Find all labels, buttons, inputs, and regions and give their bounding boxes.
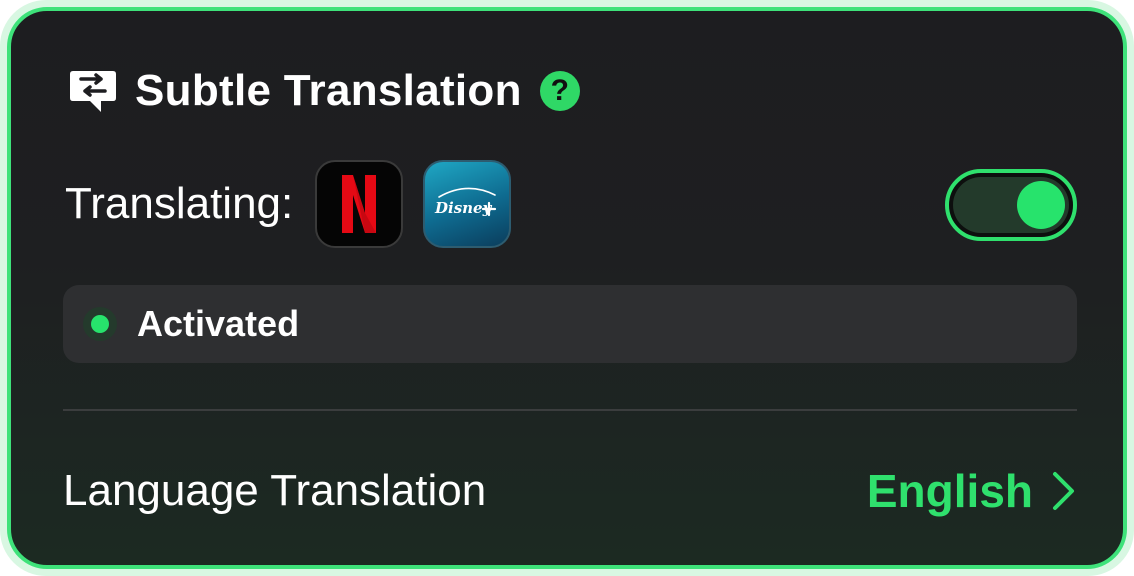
status-indicator [83, 307, 117, 341]
translate-chat-icon [70, 71, 116, 112]
status-text: Activated [137, 303, 300, 344]
disney-plus-logo-mark: Disney [434, 187, 497, 217]
netflix-icon[interactable] [315, 160, 404, 248]
chevron-right-icon[interactable] [1051, 470, 1077, 512]
translating-row: Translating: Disney [65, 159, 531, 249]
language-label: Language Translation [63, 466, 487, 515]
language-value[interactable]: English [867, 464, 1033, 518]
status-bar: Activated [63, 285, 1077, 363]
question-mark-icon[interactable]: ? [539, 71, 580, 111]
language-value-wrap[interactable]: English [867, 464, 1077, 518]
language-translation-row[interactable]: Language Translation English [63, 451, 1077, 531]
page-title: Subtle Translation [135, 66, 522, 115]
toggle-track [953, 177, 1069, 233]
translation-toggle[interactable] [945, 169, 1077, 241]
card-header: Subtle Translation ? [67, 61, 580, 121]
divider [63, 409, 1077, 411]
netflix-logo-mark [342, 175, 377, 233]
translating-label: Translating: [65, 179, 294, 228]
disney-plus-icon[interactable]: Disney [423, 160, 512, 248]
help-glyph: ? [550, 74, 569, 107]
status-dot-icon [91, 315, 109, 333]
subtle-translation-card: Subtle Translation ? Translating: Disney [7, 7, 1127, 569]
toggle-knob [1017, 181, 1065, 229]
